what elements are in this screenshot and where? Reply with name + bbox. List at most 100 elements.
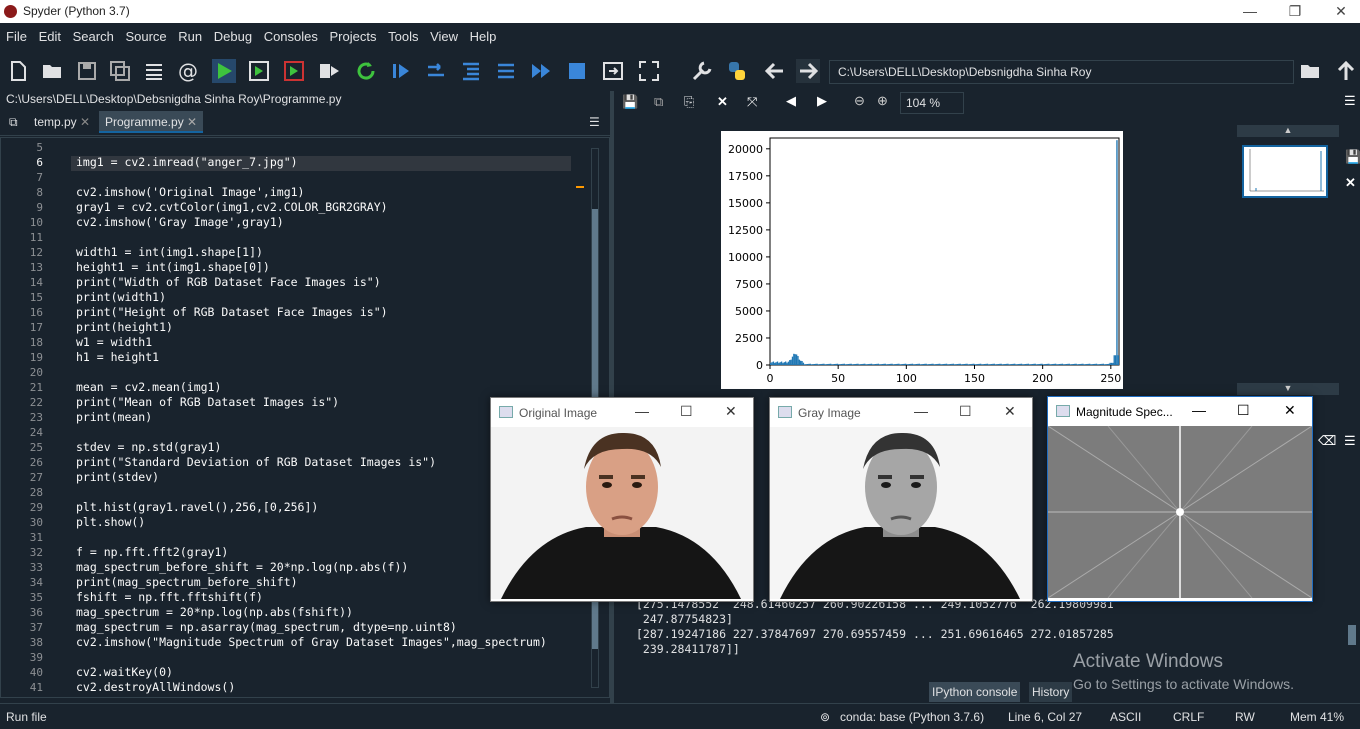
- at-icon[interactable]: @: [176, 59, 200, 83]
- preferences-wrench-icon[interactable]: [690, 59, 714, 83]
- run-cell-advance-icon[interactable]: [282, 59, 306, 83]
- tab-programme-py[interactable]: Programme.py ✕: [99, 111, 204, 133]
- copy-plot-icon[interactable]: ⎘: [684, 94, 694, 110]
- save-icon[interactable]: [75, 59, 99, 83]
- remove-all-plots-icon[interactable]: ⤧: [747, 94, 757, 110]
- restore-icon[interactable]: ❐: [1285, 2, 1305, 20]
- console-scrollbar[interactable]: [1348, 625, 1356, 645]
- run-icon[interactable]: [212, 59, 236, 83]
- tab-temp-py[interactable]: temp.py ✕: [28, 111, 96, 133]
- back-arrow-icon[interactable]: [763, 59, 787, 83]
- histogram-bar: [932, 363, 934, 365]
- magnitude-spectrum-window[interactable]: Magnitude Spec... — ☐ ✕: [1047, 396, 1313, 602]
- histogram-bar: [952, 363, 955, 365]
- run-selection-icon[interactable]: [317, 59, 341, 83]
- open-file-icon[interactable]: [40, 59, 64, 83]
- close-icon[interactable]: ✕: [725, 403, 737, 420]
- close-tab-icon[interactable]: ✕: [80, 115, 90, 129]
- window-header[interactable]: Original Image — ☐ ✕: [491, 398, 753, 427]
- minimize-icon[interactable]: —: [914, 403, 928, 419]
- menu-tools[interactable]: Tools: [386, 23, 420, 51]
- maximize-pane-icon[interactable]: [601, 59, 625, 83]
- zoom-in-icon[interactable]: ⊕: [877, 93, 888, 109]
- histogram-bar: [1053, 363, 1055, 365]
- zoom-out-icon[interactable]: ⊖: [854, 93, 865, 109]
- step-return-icon[interactable]: [494, 59, 518, 83]
- magnitude-spectrum-image: [1048, 426, 1312, 598]
- clear-console-icon[interactable]: ⌫: [1318, 433, 1336, 449]
- console-options-icon[interactable]: ☰: [1344, 433, 1356, 449]
- browse-folder-icon[interactable]: [1298, 59, 1322, 83]
- tab-ipython-console[interactable]: IPython console: [929, 682, 1021, 702]
- histogram-bar: [958, 363, 960, 365]
- stop-icon[interactable]: [565, 59, 589, 83]
- menu-run[interactable]: Run: [176, 23, 204, 51]
- menu-projects[interactable]: Projects: [328, 23, 379, 51]
- step-into-icon[interactable]: [459, 59, 483, 83]
- debug-icon[interactable]: [389, 59, 413, 83]
- continue-icon[interactable]: [529, 59, 553, 83]
- parent-dir-icon[interactable]: [1334, 59, 1358, 83]
- menu-search[interactable]: Search: [71, 23, 116, 51]
- menu-view[interactable]: View: [428, 23, 460, 51]
- editor-options-icon[interactable]: ☰: [583, 111, 606, 133]
- list-icon[interactable]: [142, 59, 166, 83]
- menu-file[interactable]: File: [4, 23, 29, 51]
- menu-consoles[interactable]: Consoles: [262, 23, 320, 51]
- window-header[interactable]: Gray Image — ☐ ✕: [770, 398, 1032, 427]
- python-path-icon[interactable]: [725, 59, 749, 83]
- close-thumb-icon[interactable]: ✕: [1345, 175, 1356, 191]
- maximize-icon[interactable]: ☐: [680, 403, 693, 420]
- minimize-icon[interactable]: —: [1192, 402, 1206, 418]
- save-thumb-icon[interactable]: 💾: [1345, 149, 1360, 165]
- minimize-icon[interactable]: —: [635, 403, 649, 419]
- maximize-icon[interactable]: ☐: [1237, 402, 1250, 419]
- save-all-icon[interactable]: [108, 59, 132, 83]
- minimize-icon[interactable]: —: [1240, 2, 1260, 20]
- histogram-bar: [888, 363, 890, 365]
- original-image-window[interactable]: Original Image — ☐ ✕: [490, 397, 754, 602]
- original-face-image: [491, 427, 753, 599]
- run-cell-icon[interactable]: [247, 59, 271, 83]
- step-icon[interactable]: [424, 59, 448, 83]
- code-line: cv2.destroyAllWindows(): [76, 680, 236, 694]
- histogram-bar: [1022, 364, 1024, 365]
- histogram-bar: [874, 363, 877, 365]
- histogram-bar: [889, 363, 892, 365]
- menu-edit[interactable]: Edit: [37, 23, 63, 51]
- gray-image-window[interactable]: Gray Image — ☐ ✕: [769, 397, 1033, 602]
- close-icon[interactable]: ✕: [1004, 403, 1016, 420]
- close-icon[interactable]: ✕: [1331, 2, 1351, 20]
- histogram-bar: [971, 363, 974, 365]
- histogram-bar: [891, 363, 893, 365]
- menu-source[interactable]: Source: [123, 23, 168, 51]
- forward-arrow-icon[interactable]: [796, 59, 820, 83]
- histogram-bar: [782, 362, 784, 365]
- menu-help[interactable]: Help: [468, 23, 499, 51]
- save-plot-icon[interactable]: 💾: [622, 94, 638, 110]
- fullscreen-icon[interactable]: [637, 59, 661, 83]
- close-icon[interactable]: ✕: [1284, 402, 1296, 419]
- previous-plot-icon[interactable]: ◀: [786, 93, 796, 109]
- scroll-down-icon[interactable]: ▼: [1237, 383, 1339, 395]
- scroll-up-icon[interactable]: ▲: [1237, 125, 1339, 137]
- window-header[interactable]: Magnitude Spec... — ☐ ✕: [1048, 397, 1312, 426]
- maximize-icon[interactable]: ☐: [959, 403, 972, 420]
- save-all-plots-icon[interactable]: ⧉: [654, 94, 663, 110]
- new-file-icon[interactable]: [6, 59, 30, 83]
- histogram-bar: [1083, 364, 1085, 365]
- menu-debug[interactable]: Debug: [212, 23, 254, 51]
- plot-thumbnail[interactable]: [1242, 145, 1328, 198]
- remove-plot-icon[interactable]: ✕: [717, 94, 728, 110]
- rerun-icon[interactable]: [354, 59, 378, 83]
- tab-history[interactable]: History: [1029, 682, 1073, 702]
- next-plot-icon[interactable]: ▶: [817, 93, 827, 109]
- zoom-level[interactable]: 104 %: [900, 92, 964, 114]
- working-directory-input[interactable]: C:\Users\DELL\Desktop\Debsnigdha Sinha R…: [829, 60, 1294, 84]
- close-tab-icon[interactable]: ✕: [187, 115, 197, 129]
- histogram-bar: [941, 364, 944, 365]
- browse-tabs-icon[interactable]: ⧉: [3, 111, 25, 133]
- plots-options-icon[interactable]: ☰: [1344, 93, 1356, 109]
- histogram-bar: [1105, 364, 1107, 365]
- histogram-bar: [1009, 364, 1012, 365]
